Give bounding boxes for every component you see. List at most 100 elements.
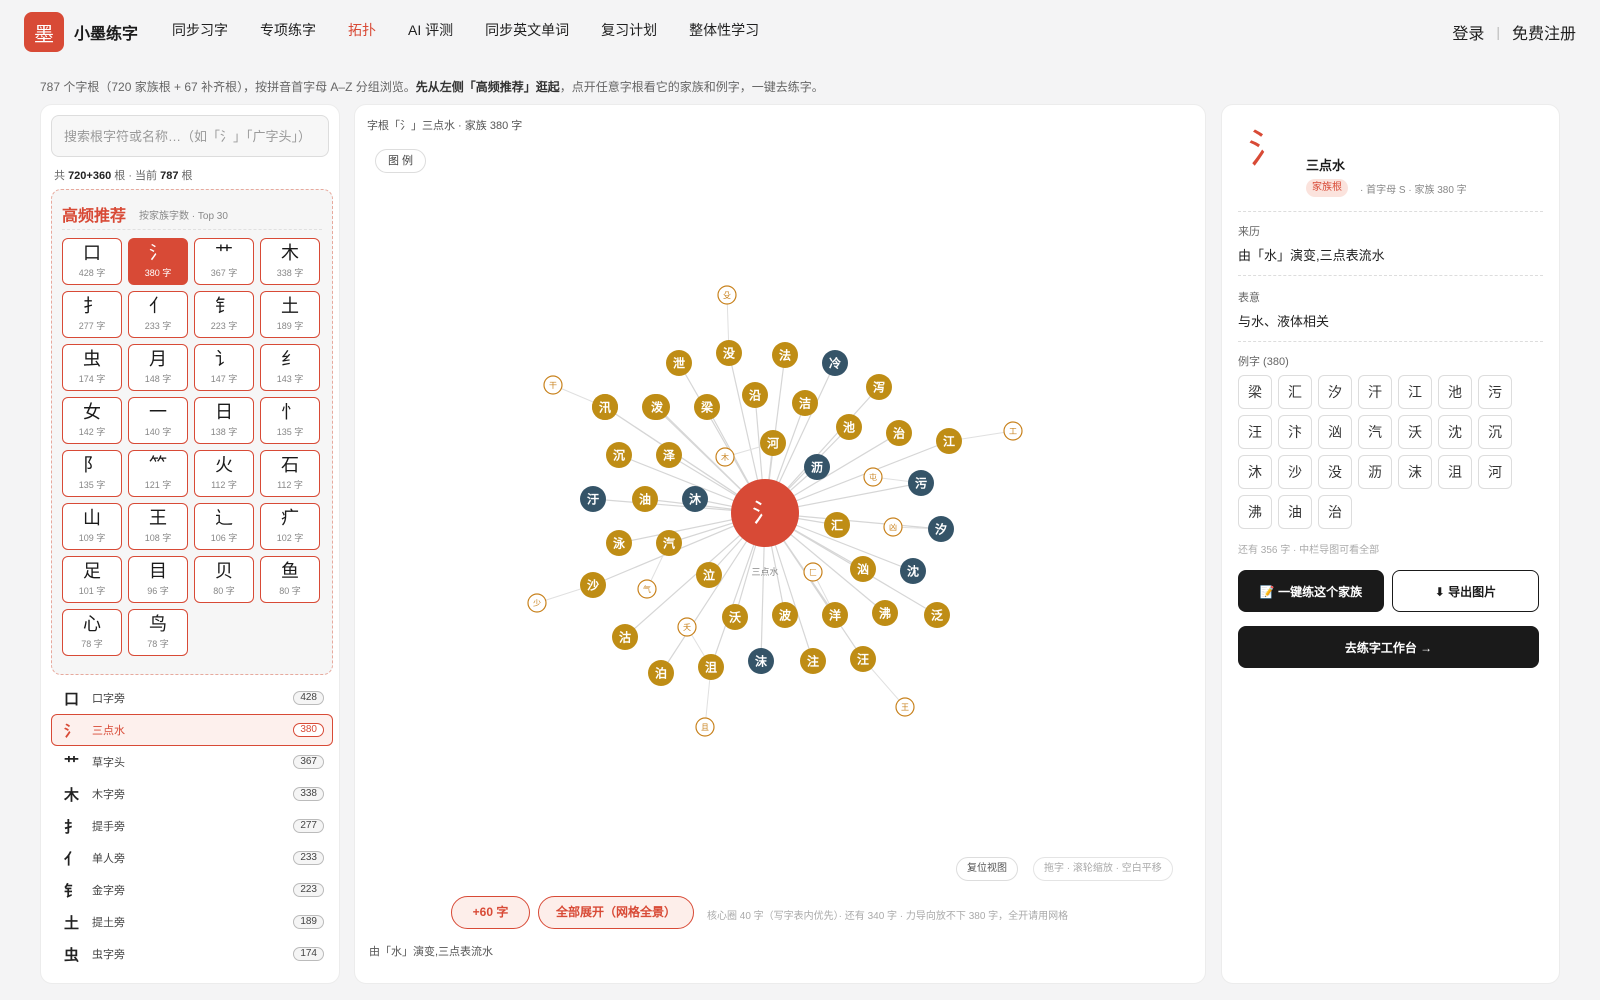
graph-node[interactable]: 洁 <box>792 390 818 416</box>
example-char[interactable]: 沸 <box>1238 495 1272 529</box>
example-char[interactable]: 江 <box>1398 375 1432 409</box>
radical-list-item[interactable]: 氵三点水 380 <box>51 714 333 746</box>
graph-node[interactable]: 沽 <box>612 624 638 650</box>
example-char[interactable]: 汽 <box>1358 415 1392 449</box>
hot-radical-cell[interactable]: 鸟 78 字 <box>128 609 188 656</box>
example-char[interactable]: 沥 <box>1358 455 1392 489</box>
graph-node[interactable]: 泛 <box>924 602 950 628</box>
graph-node[interactable]: 汽 <box>656 530 682 556</box>
hot-radical-cell[interactable]: 火 112 字 <box>194 450 254 497</box>
hot-radical-cell[interactable]: 辶 106 字 <box>194 503 254 550</box>
graph-node[interactable]: 沸 <box>872 600 898 626</box>
graph-node[interactable]: 泄 <box>666 350 692 376</box>
graph-node[interactable]: 汙 <box>580 486 606 512</box>
graph-node[interactable]: 梁 <box>694 394 720 420</box>
example-char[interactable]: 沮 <box>1438 455 1472 489</box>
graph-node[interactable]: 没 <box>716 340 742 366</box>
graph-component-node[interactable]: 殳 <box>717 285 737 305</box>
graph-node[interactable]: 泊 <box>648 660 674 686</box>
graph-component-node[interactable]: 少 <box>527 593 547 613</box>
nav-item-ai-review[interactable]: AI 评测 <box>408 20 453 40</box>
graph-node[interactable]: 泻 <box>866 374 892 400</box>
hot-radical-cell[interactable]: 亻 233 字 <box>128 291 188 338</box>
register-link[interactable]: 免费注册 <box>1512 20 1576 44</box>
graph-component-node[interactable]: 王 <box>895 697 915 717</box>
graph-node[interactable]: 冷 <box>822 350 848 376</box>
brand-name[interactable]: 小墨练字 <box>74 20 138 44</box>
nav-item-holistic-learning[interactable]: 整体性学习 <box>689 20 759 40</box>
nav-item-english-words[interactable]: 同步英文单词 <box>485 20 569 40</box>
radical-list-item[interactable]: 虫虫字旁 174 <box>51 938 333 970</box>
graph-node[interactable]: 沙 <box>580 572 606 598</box>
graph-component-node[interactable]: 匚 <box>803 562 823 582</box>
hot-radical-cell[interactable]: ⺮ 121 字 <box>128 450 188 497</box>
graph-node[interactable]: 汇 <box>824 512 850 538</box>
hot-radical-cell[interactable]: 钅 223 字 <box>194 291 254 338</box>
radical-list-item[interactable]: 亻单人旁 233 <box>51 842 333 874</box>
graph-node[interactable]: 沃 <box>722 604 748 630</box>
graph-component-node[interactable]: 工 <box>1003 421 1023 441</box>
hot-radical-cell[interactable]: 艹 367 字 <box>194 238 254 285</box>
graph-node[interactable]: 汛 <box>592 394 618 420</box>
hot-radical-cell[interactable]: 山 109 字 <box>62 503 122 550</box>
legend-button[interactable]: 图 例 <box>375 149 427 173</box>
hot-radical-cell[interactable]: 月 148 字 <box>128 344 188 391</box>
hot-radical-cell[interactable]: 心 78 字 <box>62 609 122 656</box>
graph-component-node[interactable]: 木 <box>715 447 735 467</box>
hot-radical-cell[interactable]: 疒 102 字 <box>260 503 320 550</box>
nav-item-review-plan[interactable]: 复习计划 <box>601 20 657 40</box>
hot-radical-cell[interactable]: 口 428 字 <box>62 238 122 285</box>
hot-radical-cell[interactable]: 讠 147 字 <box>194 344 254 391</box>
hot-radical-cell[interactable]: 足 101 字 <box>62 556 122 603</box>
graph-node[interactable]: 污 <box>908 470 934 496</box>
graph-node[interactable]: 泼 <box>644 394 670 420</box>
graph-node[interactable]: 油 <box>632 486 658 512</box>
example-char[interactable]: 汹 <box>1318 415 1352 449</box>
hot-radical-cell[interactable]: 阝 135 字 <box>62 450 122 497</box>
hot-radical-cell[interactable]: 王 108 字 <box>128 503 188 550</box>
graph-node[interactable]: 汪 <box>850 646 876 672</box>
example-char[interactable]: 梁 <box>1238 375 1272 409</box>
example-char[interactable]: 沙 <box>1278 455 1312 489</box>
graph-node[interactable]: 泳 <box>606 530 632 556</box>
graph-component-node[interactable]: 且 <box>695 717 715 737</box>
nav-item-special-practice[interactable]: 专项练字 <box>260 20 316 40</box>
graph-node[interactable]: 汐 <box>928 516 954 542</box>
load-more-button[interactable]: +60 字 <box>451 896 530 929</box>
hot-radical-cell[interactable]: 日 138 字 <box>194 397 254 444</box>
hot-radical-cell[interactable]: 忄 135 字 <box>260 397 320 444</box>
radical-list-item[interactable]: 口口字旁 428 <box>51 682 333 714</box>
radical-list-item[interactable]: 艹草字头 367 <box>51 746 333 778</box>
graph-component-node[interactable]: 气 <box>637 579 657 599</box>
graph-node[interactable]: 沈 <box>900 558 926 584</box>
graph-component-node[interactable]: 屯 <box>863 467 883 487</box>
nav-item-topology[interactable]: 拓扑 <box>348 20 376 40</box>
expand-all-button[interactable]: 全部展开（网格全景） <box>538 896 694 929</box>
example-char[interactable]: 沫 <box>1398 455 1432 489</box>
example-char[interactable]: 汗 <box>1358 375 1392 409</box>
graph-node[interactable]: 洋 <box>822 602 848 628</box>
graph-node[interactable]: 沮 <box>698 654 724 680</box>
hot-radical-cell[interactable]: 扌 277 字 <box>62 291 122 338</box>
example-char[interactable]: 池 <box>1438 375 1472 409</box>
hot-radical-cell[interactable]: 虫 174 字 <box>62 344 122 391</box>
radical-list-item[interactable]: 扌提手旁 277 <box>51 810 333 842</box>
hot-radical-cell[interactable]: 一 140 字 <box>128 397 188 444</box>
graph-node[interactable]: 沉 <box>606 442 632 468</box>
graph-node[interactable]: 沐 <box>682 486 708 512</box>
hot-radical-cell[interactable]: 目 96 字 <box>128 556 188 603</box>
example-char[interactable]: 汇 <box>1278 375 1312 409</box>
hot-radical-cell[interactable]: 鱼 80 字 <box>260 556 320 603</box>
graph-node[interactable]: 河 <box>760 430 786 456</box>
example-char[interactable]: 沈 <box>1438 415 1472 449</box>
example-char[interactable]: 沃 <box>1398 415 1432 449</box>
graph-node[interactable]: 波 <box>772 602 798 628</box>
example-char[interactable]: 治 <box>1318 495 1352 529</box>
graph-node[interactable]: 池 <box>836 414 862 440</box>
hot-radical-cell[interactable]: 土 189 字 <box>260 291 320 338</box>
graph-component-node[interactable]: 夭 <box>677 617 697 637</box>
logo[interactable]: 墨 <box>24 12 64 52</box>
example-char[interactable]: 沉 <box>1478 415 1512 449</box>
hot-radical-cell[interactable]: 氵 380 字 <box>128 238 188 285</box>
graph-node[interactable]: 泽 <box>656 442 682 468</box>
